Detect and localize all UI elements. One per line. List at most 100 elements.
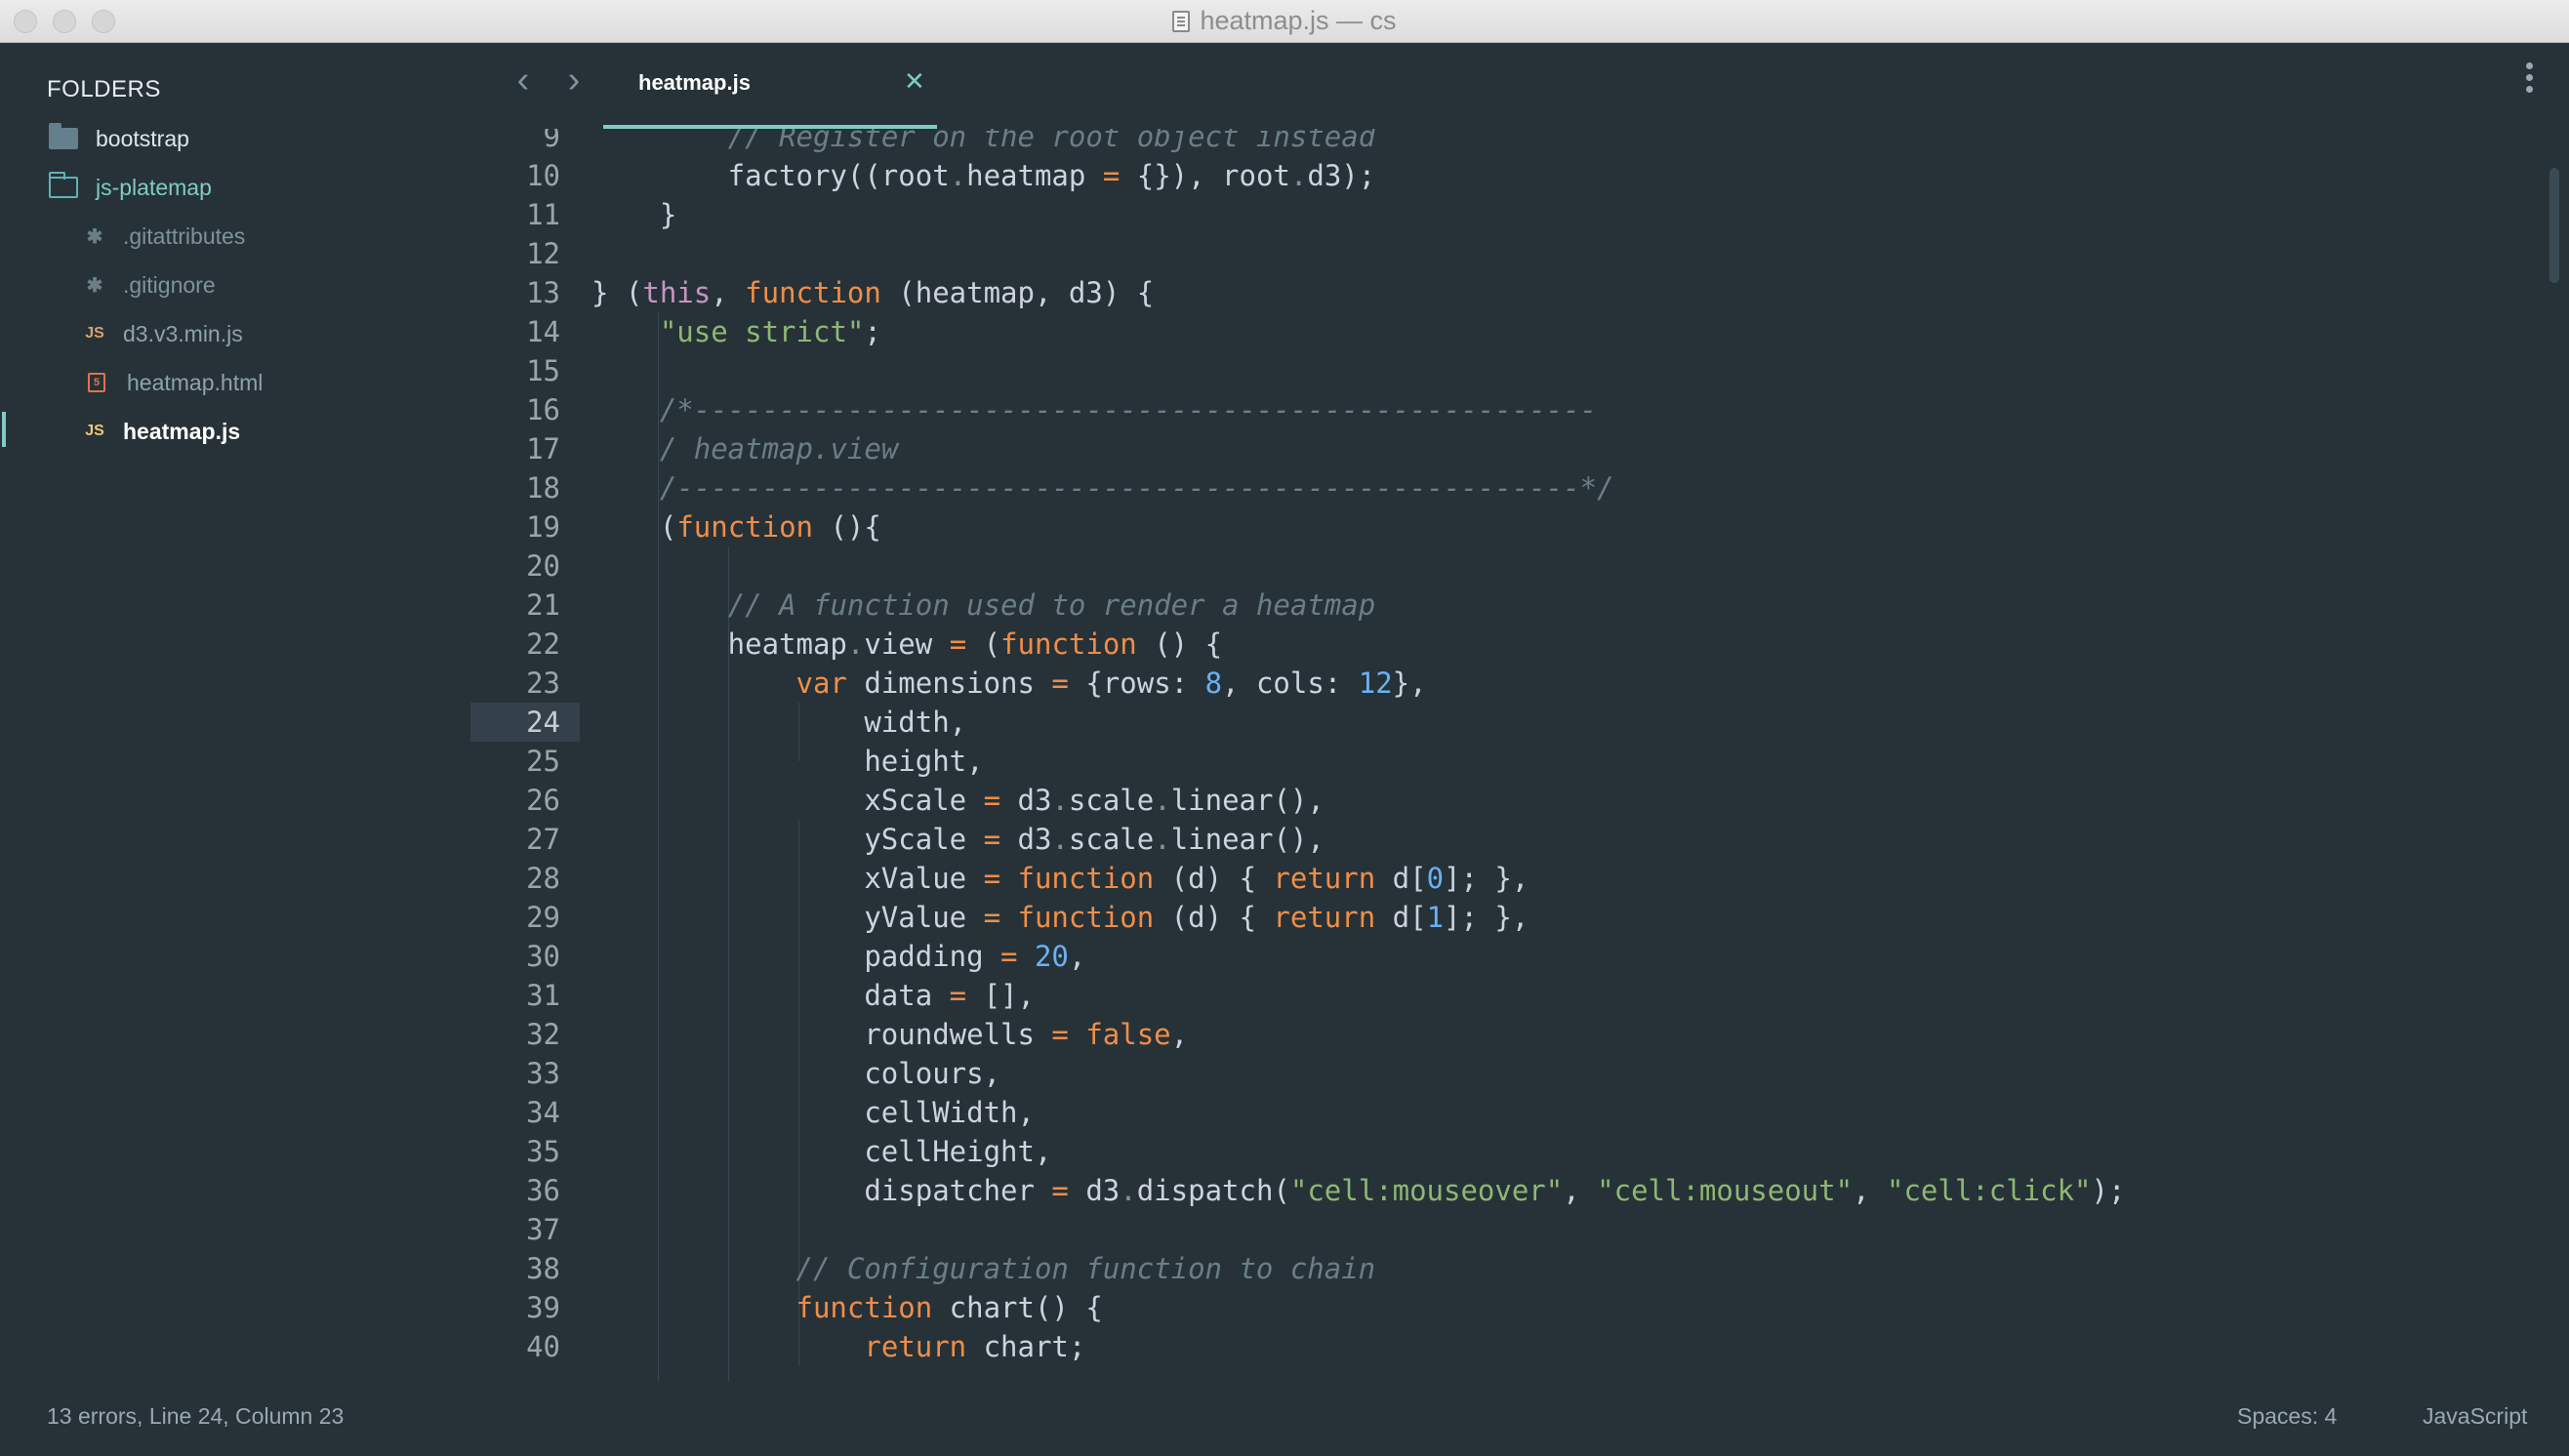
line-number: 36 [526, 1174, 560, 1207]
line-number: 18 [526, 471, 560, 505]
code-line[interactable]: colours, [591, 1054, 1000, 1093]
js-file-icon: JS [85, 325, 104, 342]
code-line[interactable]: return chart; [591, 1327, 1085, 1366]
code-line[interactable]: } [591, 195, 676, 234]
window-title-group: heatmap.js — cs [0, 0, 2569, 42]
status-bar: 13 errors, Line 24, Column 23 Spaces: 4 … [0, 1382, 2569, 1456]
line-number: 24 [470, 703, 580, 742]
line-number: 9 [543, 129, 560, 153]
line-number: 38 [526, 1252, 560, 1285]
back-arrow-icon[interactable]: ‹ [508, 61, 539, 100]
status-errors-position: 13 errors, Line 24, Column 23 [47, 1403, 345, 1429]
line-number: 22 [526, 627, 560, 661]
more-options-icon[interactable] [2526, 62, 2534, 98]
line-number: 40 [526, 1330, 560, 1363]
code-line[interactable]: cellWidth, [591, 1093, 1035, 1132]
code-line[interactable]: roundwells = false, [591, 1015, 1188, 1054]
sidebar-item-gitattributes[interactable]: ✱ .gitattributes [0, 212, 470, 261]
asterisk-icon: ✱ [86, 225, 103, 248]
code-line[interactable]: var dimensions = {rows: 8, cols: 12}, [591, 664, 1427, 703]
line-number: 13 [526, 276, 560, 309]
folder-icon [49, 123, 78, 149]
sidebar-item-js-platemap[interactable]: js-platemap [0, 163, 470, 212]
line-number: 11 [526, 198, 560, 231]
asterisk-icon: ✱ [86, 274, 103, 297]
line-number: 35 [526, 1135, 560, 1168]
code-line[interactable]: cellHeight, [591, 1132, 1051, 1171]
syntax-selector[interactable]: JavaScript [2423, 1403, 2527, 1430]
code-line[interactable]: "use strict"; [591, 312, 881, 351]
code-line[interactable]: // A function used to render a heatmap [591, 586, 1375, 625]
line-number: 27 [526, 823, 560, 856]
line-number: 30 [526, 940, 560, 973]
line-number: 29 [526, 901, 560, 934]
code-line[interactable]: (function (){ [591, 507, 881, 546]
line-number: 33 [526, 1057, 560, 1090]
line-number: 31 [526, 979, 560, 1012]
document-icon [1172, 10, 1191, 32]
code-line[interactable]: width, [591, 703, 966, 742]
code-line[interactable]: // Configuration function to chain [591, 1249, 1376, 1288]
close-icon[interactable]: ✕ [904, 66, 925, 97]
line-number: 32 [526, 1018, 560, 1051]
line-number: 34 [526, 1096, 560, 1129]
line-number: 28 [526, 862, 560, 895]
tab-bar: ‹ › heatmap.js ✕ [470, 43, 2569, 129]
folders-heading: FOLDERS [47, 76, 161, 102]
line-number: 10 [526, 159, 560, 192]
code-area[interactable]: // Register on the root object instead f… [591, 129, 2534, 1382]
line-number: 15 [526, 354, 560, 387]
line-number: 17 [526, 432, 560, 465]
sidebar: FOLDERS bootstrap js-platemap ✱ .gitattr… [0, 43, 470, 1374]
sidebar-item-d3-min-js[interactable]: JS d3.v3.min.js [0, 309, 470, 358]
line-number-gutter: 9 10 11 12 13 14 15 16 17 18 19 20 21 22 23 24 25 26 27 28 2… [470, 129, 580, 1382]
line-number: 14 [526, 315, 560, 348]
code-line[interactable]: yScale = d3.scale.linear(), [591, 820, 1324, 859]
line-number: 25 [526, 745, 560, 778]
html-file-icon: 5 [88, 373, 105, 392]
line-number: 21 [526, 588, 560, 622]
line-number: 19 [526, 510, 560, 544]
vertical-scrollbar[interactable] [2549, 168, 2559, 283]
line-number: 23 [526, 667, 560, 700]
code-line[interactable]: function chart() { [591, 1288, 1103, 1327]
forward-arrow-icon[interactable]: › [558, 61, 590, 100]
sidebar-item-label: .gitattributes [123, 222, 246, 249]
sidebar-item-label: .gitignore [123, 271, 216, 298]
code-line[interactable]: /*--------------------------------------… [591, 390, 1597, 429]
code-line[interactable]: padding = 20, [591, 937, 1085, 976]
indentation-setting[interactable]: Spaces: 4 [2237, 1403, 2337, 1430]
folder-open-icon [48, 172, 78, 198]
code-line[interactable]: xScale = d3.scale.linear(), [591, 781, 1324, 820]
code-line[interactable]: // Register on the root object instead [591, 129, 1375, 156]
sidebar-item-heatmap-js[interactable]: JS heatmap.js [0, 407, 470, 456]
line-number: 16 [526, 393, 560, 426]
sidebar-item-gitignore[interactable]: ✱ .gitignore [0, 261, 470, 309]
code-editor[interactable]: 9 10 11 12 13 14 15 16 17 18 19 20 21 22 23 24 25 26 27 28 2… [470, 129, 2569, 1382]
line-number: 20 [526, 549, 560, 583]
code-line[interactable]: /---------------------------------------… [591, 468, 1614, 507]
sidebar-item-label: bootstrap [96, 125, 189, 151]
sidebar-item-bootstrap[interactable]: bootstrap [0, 114, 470, 163]
line-number: 12 [526, 237, 560, 270]
sidebar-item-label: js-platemap [96, 174, 212, 200]
sidebar-item-label: heatmap.js [123, 418, 241, 444]
code-line[interactable]: xValue = function (d) { return d[0]; }, [591, 859, 1529, 898]
code-line[interactable]: dispatcher = d3.dispatch("cell:mouseover… [591, 1171, 2125, 1210]
line-number: 37 [526, 1213, 560, 1246]
code-line[interactable]: } (this, function (heatmap, d3) { [591, 273, 1154, 312]
line-number: 26 [526, 784, 560, 817]
code-line[interactable]: yValue = function (d) { return d[1]; }, [591, 898, 1529, 937]
tab-label: heatmap.js [638, 70, 751, 95]
code-line[interactable]: heatmap.view = (function () { [591, 625, 1222, 664]
code-line[interactable]: / heatmap.view [591, 429, 898, 468]
code-line[interactable]: height, [591, 742, 983, 781]
sidebar-item-heatmap-html[interactable]: 5 heatmap.html [0, 358, 470, 407]
window-title: heatmap.js — cs [1200, 6, 1397, 35]
js-file-icon: JS [85, 423, 104, 439]
tab-heatmap-js[interactable]: heatmap.js ✕ [603, 43, 937, 129]
line-number: 39 [526, 1291, 560, 1324]
sidebar-item-label: d3.v3.min.js [123, 320, 243, 346]
code-line[interactable]: factory((root.heatmap = {}), root.d3); [591, 156, 1376, 195]
code-line[interactable]: data = [], [591, 976, 1035, 1015]
